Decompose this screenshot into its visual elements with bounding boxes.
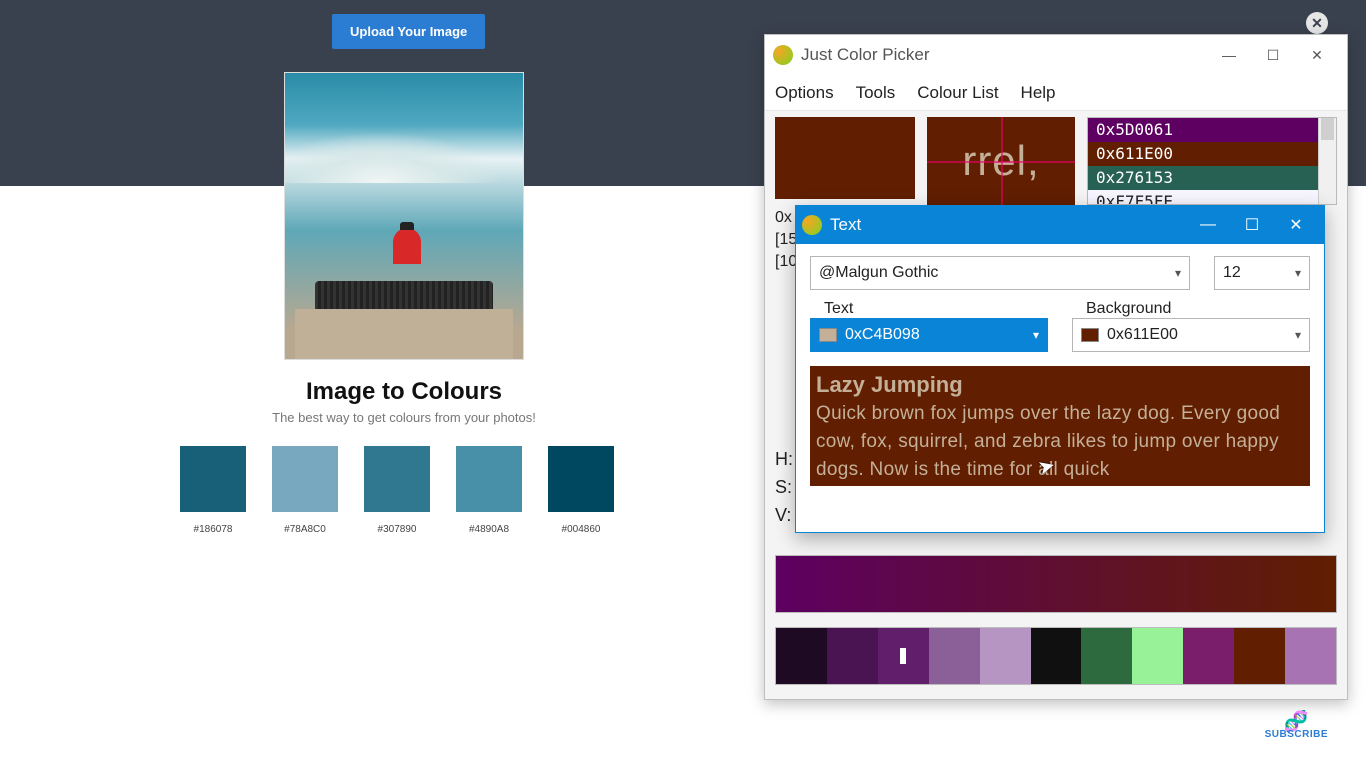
palette-swatch[interactable]: #004860 — [548, 446, 614, 535]
jcp-zoom-preview: rrel, — [927, 117, 1075, 205]
color-list-item[interactable]: 0xF7F5FE — [1088, 190, 1336, 205]
jcp-menu-item[interactable]: Help — [1021, 83, 1056, 103]
scheme-palette-cell[interactable] — [929, 628, 980, 684]
jcp-maximize-button[interactable]: ☐ — [1251, 40, 1295, 70]
scheme-palette-cell[interactable] — [827, 628, 878, 684]
swatch-color — [548, 446, 614, 512]
jcp-menu-item[interactable]: Options — [775, 83, 834, 103]
just-color-picker-window: Just Color Picker — ☐ ✕ Options Tools Colo… — [764, 34, 1348, 700]
text-preview-panel: Lazy Jumping Quick brown fox jumps over … — [810, 366, 1310, 486]
jcp-close-button[interactable]: ✕ — [1295, 40, 1339, 70]
subscribe-badge[interactable]: 🧬 SUBSCRIBE — [1265, 715, 1328, 740]
chevron-down-icon: ▾ — [1295, 266, 1301, 280]
chevron-down-icon: ▾ — [1175, 266, 1181, 280]
scheme-palette-cell[interactable] — [776, 628, 827, 684]
text-color-value: 0xC4B098 — [845, 326, 920, 344]
jcp-current-color-swatch — [775, 117, 915, 199]
close-icon: ✕ — [1311, 15, 1323, 32]
palette-marker — [900, 648, 906, 664]
jcp-color-list[interactable]: 0x5D00610x611E000x2761530xF7F5FE — [1087, 117, 1337, 205]
scheme-palette-cell[interactable] — [1031, 628, 1082, 684]
text-title-bar[interactable]: Text — ☐ ✕ — [796, 206, 1324, 244]
page-title: Image to Colours — [0, 378, 808, 406]
palette-swatch[interactable]: #307890 — [364, 446, 430, 535]
text-color-select[interactable]: 0xC4B098 ▾ — [810, 318, 1048, 352]
hsv-label: S: — [775, 473, 793, 501]
jcp-title-text: Just Color Picker — [801, 45, 929, 65]
chevron-down-icon: ▾ — [1033, 328, 1039, 342]
scheme-palette-cell[interactable] — [1081, 628, 1132, 684]
scheme-palette-cell[interactable] — [1285, 628, 1336, 684]
swatch-color — [364, 446, 430, 512]
font-family-select[interactable]: @Malgun Gothic ▾ — [810, 256, 1190, 290]
scheme-palette-cell[interactable] — [1132, 628, 1183, 684]
chevron-down-icon: ▾ — [1295, 328, 1301, 342]
swatch-color — [180, 446, 246, 512]
text-minimize-button[interactable]: — — [1186, 210, 1230, 240]
text-window: Text — ☐ ✕ @Malgun Gothic ▾ 12 ▾ Text 0x… — [795, 205, 1325, 533]
hsv-label: V: — [775, 501, 793, 529]
swatch-hex-label: #186078 — [180, 524, 246, 535]
font-family-value: @Malgun Gothic — [819, 264, 938, 282]
jcp-app-icon — [773, 45, 793, 65]
swatch-hex-label: #004860 — [548, 524, 614, 535]
hsv-label: H: — [775, 445, 793, 473]
jcp-title-bar[interactable]: Just Color Picker — ☐ ✕ — [765, 35, 1347, 75]
text-color-swatch — [819, 328, 837, 342]
page-subtitle: The best way to get colours from your ph… — [0, 410, 808, 425]
palette-swatch[interactable]: #4890A8 — [456, 446, 522, 535]
palette-swatches: #186078 #78A8C0 #307890 #4890A8 #004860 — [180, 446, 614, 535]
jcp-hsv-labels: H:S:V: — [775, 445, 793, 529]
text-maximize-button[interactable]: ☐ — [1230, 210, 1274, 240]
jcp-menubar: Options Tools Colour List Help — [765, 75, 1347, 111]
palette-swatch[interactable]: #186078 — [180, 446, 246, 535]
swatch-color — [272, 446, 338, 512]
text-color-label: Text — [810, 290, 1048, 318]
font-size-select[interactable]: 12 ▾ — [1214, 256, 1310, 290]
scheme-palette-cell[interactable] — [980, 628, 1031, 684]
text-close-button[interactable]: ✕ — [1274, 210, 1318, 240]
color-list-item[interactable]: 0x5D0061 — [1088, 118, 1336, 142]
jcp-minimize-button[interactable]: — — [1207, 40, 1251, 70]
scheme-palette-cell[interactable] — [1183, 628, 1234, 684]
subscribe-label: SUBSCRIBE — [1265, 729, 1328, 740]
background-color-select[interactable]: 0x611E00 ▾ — [1072, 318, 1310, 352]
font-size-value: 12 — [1223, 264, 1241, 282]
page-close-button[interactable]: ✕ — [1306, 12, 1328, 34]
uploaded-image-preview — [284, 72, 524, 360]
color-list-item[interactable]: 0x611E00 — [1088, 142, 1336, 166]
preview-body: Quick brown fox jumps over the lazy dog.… — [816, 400, 1304, 484]
text-title-text: Text — [830, 215, 861, 235]
swatch-color — [456, 446, 522, 512]
scheme-palette-cell[interactable] — [1234, 628, 1285, 684]
swatch-hex-label: #78A8C0 — [272, 524, 338, 535]
jcp-menu-item[interactable]: Tools — [856, 83, 896, 103]
jcp-color-list-scrollbar[interactable] — [1318, 118, 1336, 204]
text-app-icon — [802, 215, 822, 235]
color-list-item[interactable]: 0x276153 — [1088, 166, 1336, 190]
palette-swatch[interactable]: #78A8C0 — [272, 446, 338, 535]
background-color-swatch — [1081, 328, 1099, 342]
swatch-hex-label: #307890 — [364, 524, 430, 535]
background-color-label: Background — [1072, 290, 1310, 318]
scheme-palette-cell[interactable] — [878, 628, 929, 684]
jcp-scheme-palette[interactable] — [775, 627, 1337, 685]
upload-image-button[interactable]: Upload Your Image — [332, 14, 485, 49]
jcp-menu-item[interactable]: Colour List — [917, 83, 998, 103]
jcp-gradient-bar[interactable] — [775, 555, 1337, 613]
swatch-hex-label: #4890A8 — [456, 524, 522, 535]
background-color-value: 0x611E00 — [1107, 326, 1178, 344]
dna-icon: 🧬 — [1265, 715, 1328, 729]
preview-heading: Lazy Jumping — [816, 372, 1304, 398]
